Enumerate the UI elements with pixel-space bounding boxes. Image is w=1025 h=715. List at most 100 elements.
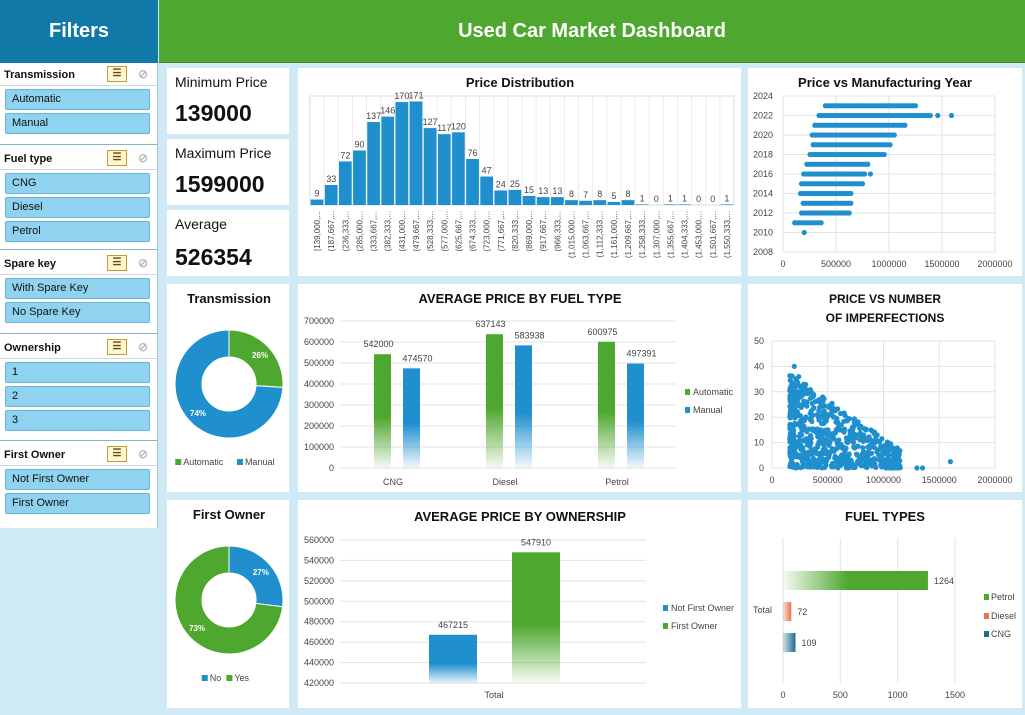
scatter-point — [797, 465, 804, 471]
slicer-item[interactable]: 3 — [5, 410, 150, 431]
scatter-point — [891, 132, 897, 138]
histogram-bar — [607, 201, 621, 205]
scatter-point — [801, 229, 807, 236]
scatter-point — [801, 398, 807, 404]
legend-swatch — [984, 594, 989, 600]
clear-filter-icon[interactable]: ⊘ — [135, 66, 151, 82]
tick-label: 2020 — [753, 130, 773, 140]
clear-filter-icon[interactable]: ⊘ — [135, 339, 151, 355]
histogram-bar — [409, 101, 423, 205]
scatter-point — [837, 410, 844, 417]
slicer-title: First Owner — [4, 448, 66, 461]
legend-label: Manual — [245, 457, 275, 467]
tick-label: 560000 — [304, 535, 334, 545]
slicer-item[interactable]: CNG — [5, 173, 150, 194]
multiselect-icon[interactable]: ☰ — [107, 66, 127, 82]
bar — [783, 571, 928, 590]
data-label: 9 — [315, 189, 320, 199]
data-label: 547910 — [521, 537, 551, 547]
scatter-point — [830, 405, 836, 411]
histogram-bar — [664, 204, 677, 205]
scatter-point — [897, 465, 903, 471]
tick-label: 2012 — [753, 208, 773, 218]
scatter-point — [948, 112, 955, 119]
first-owner-donut-chart: First Owner 27% 73% No Yes — [174, 507, 284, 683]
clear-filter-icon[interactable]: ⊘ — [135, 446, 151, 462]
tick-label: 600000 — [304, 337, 334, 347]
kpi-average-price: Average 526354 — [166, 209, 290, 277]
multiselect-icon[interactable]: ☰ — [107, 339, 127, 355]
scatter-point — [800, 418, 806, 424]
data-label: 170 — [394, 91, 409, 101]
slicer-item[interactable]: 2 — [5, 386, 150, 407]
scatter-point — [861, 426, 867, 432]
scatter-point — [891, 454, 897, 460]
tick-label: 500000 — [813, 475, 843, 485]
tick-label: 2018 — [753, 150, 773, 160]
bar — [429, 634, 477, 683]
data-label: 24 — [496, 179, 506, 189]
data-label: 146 — [380, 106, 395, 116]
tick-label: 2000000 — [977, 259, 1012, 269]
tick-label: 1500 — [945, 690, 965, 700]
data-label: 27% — [253, 568, 269, 577]
slicer-item[interactable]: Manual — [5, 113, 150, 134]
histogram-bar — [678, 204, 691, 205]
clear-filter-icon[interactable]: ⊘ — [135, 255, 151, 271]
multiselect-icon[interactable]: ☰ — [107, 255, 127, 271]
scatter-point — [852, 462, 858, 468]
scatter-point — [866, 445, 873, 451]
slicer-item[interactable]: Automatic — [5, 89, 150, 110]
slicer-item[interactable]: First Owner — [5, 493, 150, 514]
tick-label: 0 — [759, 463, 764, 473]
tick-label: 2008 — [753, 247, 773, 257]
slicer-item[interactable]: Diesel — [5, 197, 150, 218]
scatter-point — [804, 403, 810, 409]
clear-filter-icon[interactable]: ⊘ — [135, 150, 151, 166]
data-label: 474570 — [402, 353, 432, 363]
scatter-point — [795, 439, 801, 445]
scatter-point — [790, 423, 796, 429]
tick-label: (917,667,... — [539, 211, 548, 251]
legend-label: Yes — [234, 673, 249, 683]
multiselect-icon[interactable]: ☰ — [107, 446, 127, 462]
slicer-spare-key: Spare key ☰ ⊘ With Spare Key No Spare Key — [0, 253, 157, 323]
kpi-label: Average — [175, 216, 227, 232]
scatter-point — [822, 457, 829, 463]
filters-title: Filters — [0, 0, 158, 63]
tick-label: 30 — [754, 387, 764, 397]
scatter-point — [859, 181, 866, 187]
chart-title: Price Distribution — [466, 75, 574, 90]
slicer-item[interactable]: No Spare Key — [5, 302, 150, 323]
data-label: 90 — [354, 140, 364, 150]
slicer-item[interactable]: Petrol — [5, 221, 150, 242]
scatter-point — [848, 190, 854, 197]
chart-title: PRICE VS NUMBER — [829, 292, 941, 306]
scatter-point — [804, 429, 810, 435]
legend-label: First Owner — [671, 621, 718, 631]
slicer-divider — [0, 440, 157, 441]
histogram-bar — [310, 199, 324, 205]
scatter-point — [811, 464, 817, 470]
tick-label: (1,307,000,... — [652, 211, 661, 258]
scatter-point — [800, 388, 806, 394]
avg-price-ownership-panel: AVERAGE PRICE BY OWNERSHIP 420000 440000 46… — [297, 499, 742, 709]
slicer-item[interactable]: Not First Owner — [5, 469, 150, 490]
scatter-point — [818, 430, 824, 437]
legend-swatch — [685, 407, 690, 413]
slicer-item[interactable]: With Spare Key — [5, 278, 150, 299]
scatter-point — [811, 405, 817, 411]
data-label: 15 — [524, 185, 534, 195]
data-label: 25 — [510, 179, 520, 189]
tick-label: 440000 — [304, 658, 334, 668]
legend-swatch — [663, 623, 668, 629]
tick-label: 0 — [769, 475, 774, 485]
slicer-header: Ownership ☰ ⊘ — [0, 337, 157, 359]
slicer-item[interactable]: 1 — [5, 362, 150, 383]
multiselect-icon[interactable]: ☰ — [107, 150, 127, 166]
scatter-point — [845, 465, 851, 471]
tick-label: (1,112,333,... — [596, 211, 605, 258]
tick-label: 1500000 — [922, 475, 957, 485]
data-label: 497391 — [626, 349, 656, 359]
scatter-point — [836, 437, 842, 443]
